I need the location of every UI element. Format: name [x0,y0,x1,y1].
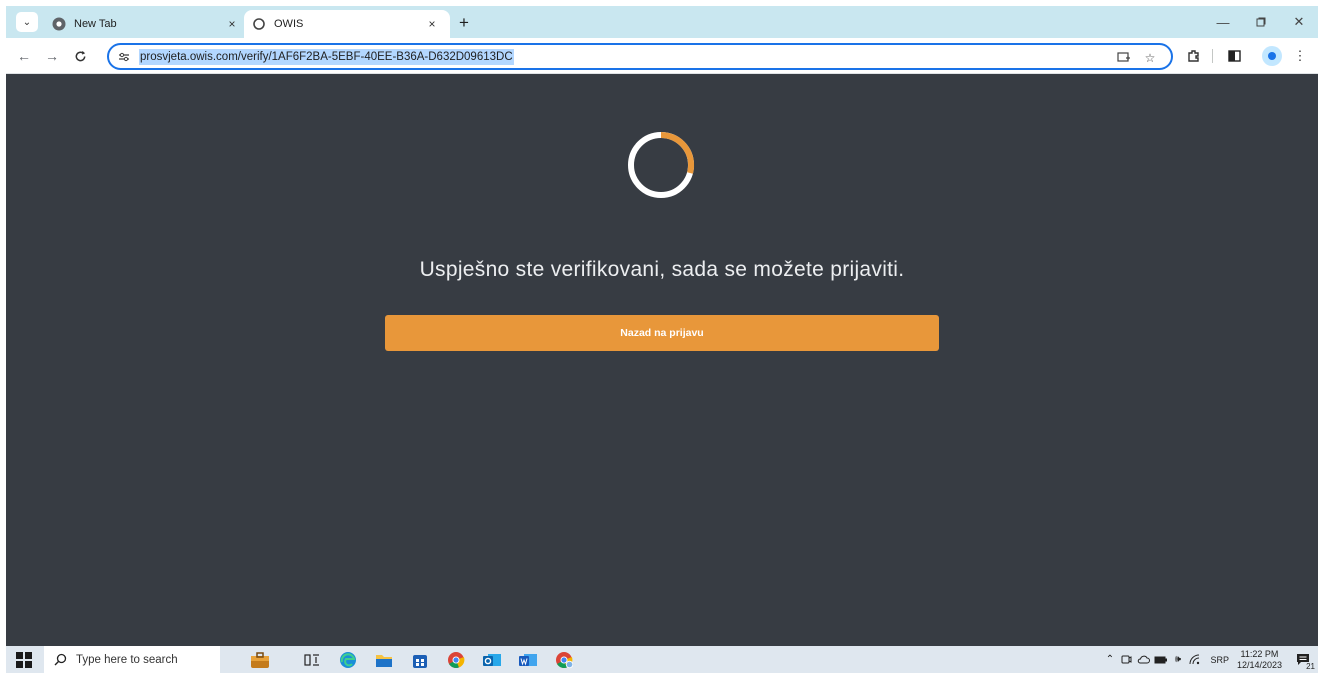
notification-count-badge: 21 [1305,661,1316,671]
briefcase-icon[interactable] [250,650,270,670]
new-tab-button[interactable]: + [453,12,475,34]
verification-page: Uspješno ste verifikovani, sada se možet… [6,74,1318,646]
clock-time: 11:22 PM [1240,648,1279,659]
back-arrow-icon[interactable]: ← [14,46,34,66]
toolbar-divider [1212,49,1213,63]
search-icon [52,652,68,668]
tab-owis[interactable]: OWIS × [244,10,450,38]
browser-tab-strip: ⌄ New Tab × OWIS × + — ✕ [6,6,1318,38]
tab-title: OWIS [274,18,304,30]
close-tab-icon[interactable]: × [424,16,440,32]
site-info-icon[interactable] [116,49,132,65]
wifi-icon[interactable] [1187,652,1202,667]
owis-ring-icon [252,17,266,31]
chrome-icon [52,17,66,31]
show-hidden-icons-chevron-icon[interactable]: ⌃ [1102,652,1117,667]
browser-toolbar: ← → prosvjeta.owis.com/verify/1AF6F2BA-5… [6,38,1318,74]
back-to-login-button[interactable]: Nazad na prijavu [385,315,939,351]
reload-icon[interactable] [70,46,90,66]
taskbar-search-placeholder: Type here to search [76,653,178,666]
bookmark-star-icon[interactable]: ☆ [1141,49,1159,67]
tab-new-tab[interactable]: New Tab × [44,10,250,38]
windows-taskbar: Type here to search ⌃ 🕪 SRP 11:22 PM 12/… [6,646,1318,673]
address-bar[interactable]: prosvjeta.owis.com/verify/1AF6F2BA-5EBF-… [107,43,1173,70]
store-icon[interactable] [410,650,430,670]
close-tab-icon[interactable]: × [224,16,240,32]
minimize-icon[interactable]: — [1204,6,1242,38]
chrome-icon[interactable] [446,650,466,670]
clock[interactable]: 11:22 PM 12/14/2023 [1237,649,1282,671]
file-explorer-icon[interactable] [374,650,394,670]
meet-now-icon[interactable] [1119,652,1134,667]
taskbar-search-box[interactable]: Type here to search [44,646,220,673]
tab-search-chevron-icon[interactable]: ⌄ [16,12,38,32]
loading-spinner-icon [628,131,695,198]
system-tray: ⌃ 🕪 SRP 11:22 PM 12/14/2023 21 [1102,646,1316,673]
chrome-profile-icon[interactable] [554,650,574,670]
cloud-icon[interactable] [1136,652,1151,667]
outlook-icon[interactable] [482,650,502,670]
notifications-icon[interactable]: 21 [1292,650,1316,671]
side-panel-icon[interactable] [1224,46,1244,66]
more-menu-icon[interactable]: ⋮ [1290,46,1310,66]
extensions-icon[interactable] [1184,46,1204,66]
input-language[interactable]: SRP [1210,655,1229,665]
clock-date: 12/14/2023 [1236,659,1282,670]
task-view-icon[interactable] [302,650,322,670]
volume-icon[interactable]: 🕪 [1170,652,1185,667]
restore-icon[interactable] [1242,6,1280,38]
window-controls: — ✕ [1204,6,1318,38]
edge-icon[interactable] [338,650,358,670]
close-window-icon[interactable]: ✕ [1280,6,1318,38]
tab-title: New Tab [74,18,117,30]
windows-start-icon[interactable] [14,650,34,670]
url-text[interactable]: prosvjeta.owis.com/verify/1AF6F2BA-5EBF-… [139,49,514,65]
verification-success-message: Uspješno ste verifikovani, sada se možet… [419,258,905,281]
word-icon[interactable] [518,650,538,670]
forward-arrow-icon[interactable]: → [42,46,62,66]
profile-avatar[interactable] [1262,46,1282,66]
battery-icon[interactable] [1153,652,1168,667]
install-app-icon[interactable] [1115,49,1133,67]
